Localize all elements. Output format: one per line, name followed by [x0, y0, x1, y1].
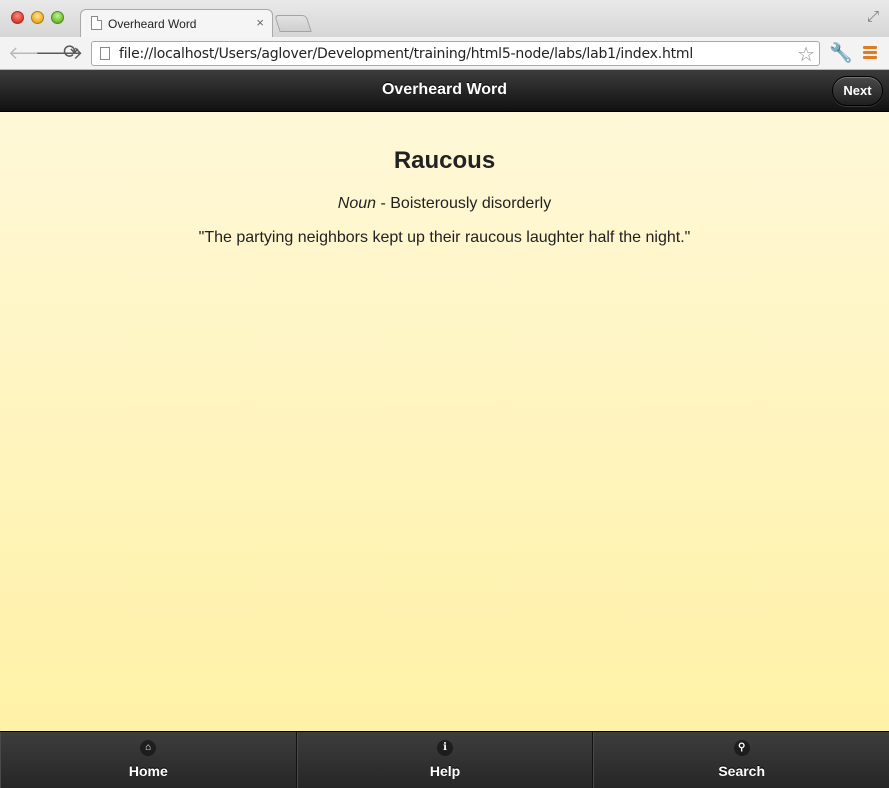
- close-tab-icon[interactable]: ×: [256, 15, 264, 30]
- info-icon: i: [437, 740, 453, 756]
- browser-titlebar: Overheard Word × ⤢: [0, 0, 889, 37]
- word-example: "The partying neighbors kept up their ra…: [198, 229, 691, 246]
- address-bar[interactable]: file://localhost/Users/aglover/Developme…: [91, 41, 820, 66]
- content-area: Raucous Noun - Boisterously disorderly "…: [0, 112, 889, 731]
- browser-tab[interactable]: Overheard Word ×: [80, 9, 273, 37]
- star-icon[interactable]: ☆: [797, 42, 815, 67]
- footer-search-label: Search: [718, 763, 766, 779]
- page-icon: [100, 47, 110, 60]
- minimize-window-button[interactable]: [31, 11, 44, 24]
- zoom-window-button[interactable]: [51, 11, 64, 24]
- home-icon: ⌂: [140, 740, 157, 756]
- reload-icon[interactable]: ⟳: [63, 42, 79, 64]
- url-text[interactable]: file://localhost/Users/aglover/Developme…: [119, 46, 693, 62]
- definition-separator: -: [376, 195, 391, 212]
- wrench-icon[interactable]: 🔧: [829, 41, 853, 65]
- fullscreen-icon[interactable]: ⤢: [867, 8, 879, 25]
- footer-navbar: ⌂ Home i Help ⚲ Search: [0, 731, 889, 788]
- app-header: Overheard Word Next: [0, 70, 889, 112]
- footer-help-label: Help: [429, 763, 461, 779]
- footer-search-button[interactable]: ⚲ Search: [593, 732, 889, 788]
- menu-icon[interactable]: [863, 46, 877, 59]
- next-button[interactable]: Next: [832, 76, 883, 106]
- new-tab-button[interactable]: [274, 15, 312, 32]
- footer-home-label: Home: [128, 763, 168, 779]
- tab-title: Overheard Word: [108, 17, 197, 31]
- definition-text: Boisterously disorderly: [390, 195, 552, 212]
- part-of-speech: Noun: [337, 195, 377, 212]
- footer-home-button[interactable]: ⌂ Home: [0, 732, 297, 788]
- word-title: Raucous: [393, 147, 496, 174]
- page-title: Overheard Word: [381, 81, 508, 98]
- browser-toolbar: 🡐 🡒 ⟳ file://localhost/Users/aglover/Dev…: [0, 37, 889, 70]
- close-window-button[interactable]: [11, 11, 24, 24]
- search-icon: ⚲: [733, 740, 750, 756]
- word-definition: Noun - Boisterously disorderly: [0, 195, 889, 213]
- page-icon: [91, 16, 102, 30]
- footer-help-button[interactable]: i Help: [296, 732, 594, 788]
